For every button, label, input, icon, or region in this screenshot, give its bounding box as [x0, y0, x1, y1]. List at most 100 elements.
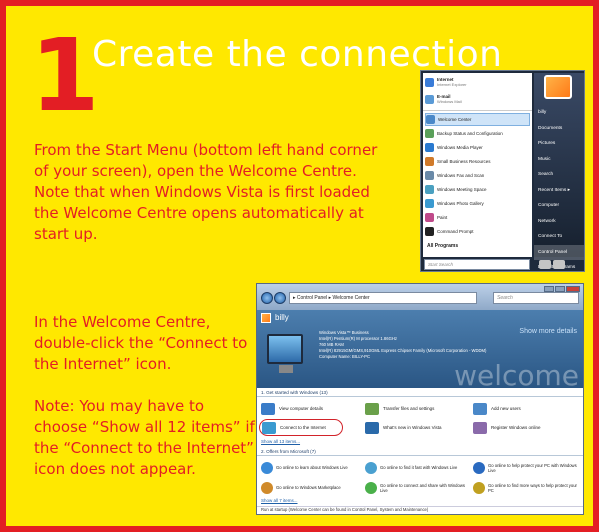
- start-menu-place-item[interactable]: Documents: [534, 121, 584, 137]
- start-menu-place-item[interactable]: Pictures: [534, 136, 584, 152]
- start-menu-item[interactable]: Backup Status and Configuration: [425, 127, 530, 140]
- command-prompt-icon: [425, 227, 434, 236]
- instruction-paragraph-1: From the Start Menu (bottom left hand co…: [34, 141, 378, 243]
- mail-icon: [425, 94, 434, 104]
- start-search-input[interactable]: Start Search: [424, 259, 530, 270]
- start-menu-place-item[interactable]: Computer: [534, 198, 584, 214]
- start-menu-screenshot: Internet Internet Explorer E-mail Windows M…: [420, 70, 585, 272]
- start-menu-place-item[interactable]: Music: [534, 152, 584, 168]
- register-icon: [473, 421, 487, 434]
- welcome-content: 1. Get started with Windows (13) View co…: [257, 388, 583, 514]
- startup-checkbox-label[interactable]: Run at startup (Welcome Center can be fo…: [257, 506, 583, 514]
- offer-item[interactable]: Go online to learn about Windows Live: [261, 459, 365, 476]
- start-menu-place-item[interactable]: Connect To: [534, 229, 584, 245]
- start-menu-pinned-item[interactable]: Internet Internet Explorer: [425, 74, 530, 90]
- start-menu-item-label: Command Prompt: [437, 229, 474, 234]
- instruction-note: Note: You may have to choose “Show all 1…: [34, 397, 255, 478]
- offer-item[interactable]: Go online to find more ways to help prot…: [473, 479, 577, 496]
- start-menu-place-item[interactable]: billy: [534, 105, 584, 121]
- start-menu-item-label: Windows Meeting Space: [437, 187, 487, 192]
- offer-item-label: Go online to find more ways to help prot…: [488, 482, 577, 493]
- start-menu-item[interactable]: Small Business Resources: [425, 155, 530, 168]
- all-programs-button[interactable]: All Programs: [427, 243, 458, 249]
- welcome-item-label: Transfer files and settings: [383, 406, 435, 411]
- offers-items: Go online to learn about Windows Live Go …: [257, 456, 583, 498]
- start-menu-item[interactable]: Windows Meeting Space: [425, 183, 530, 196]
- live-messenger-icon: [365, 481, 377, 494]
- start-menu-item[interactable]: Windows Photo Gallery: [425, 197, 530, 210]
- step-number: 1: [30, 17, 100, 134]
- paint-icon: [425, 213, 434, 222]
- whats-new-icon: [365, 421, 379, 434]
- pinned-item-text: Internet Internet Explorer: [437, 77, 467, 87]
- welcome-center-icon: [426, 115, 435, 124]
- business-icon: [425, 157, 434, 166]
- welcome-item-label: What's new in Windows Vista: [383, 425, 442, 430]
- welcome-item[interactable]: What's new in Windows Vista: [365, 419, 473, 436]
- start-menu-item[interactable]: Windows Media Player: [425, 141, 530, 154]
- start-menu-place-item[interactable]: Network: [534, 214, 584, 230]
- start-menu-place-item[interactable]: Search: [534, 167, 584, 183]
- backup-icon: [425, 129, 434, 138]
- start-menu-item-label: Small Business Resources: [437, 159, 491, 164]
- welcome-item[interactable]: Add new users: [473, 400, 577, 417]
- photo-gallery-icon: [425, 199, 434, 208]
- offer-item[interactable]: Go online to connect and share with Wind…: [365, 479, 473, 496]
- offer-item[interactable]: Go online to find it fast with Windows L…: [365, 459, 473, 476]
- meeting-icon: [425, 185, 434, 194]
- offer-item[interactable]: Go online to Windows Marketplace: [261, 479, 365, 496]
- instruction-paragraph-2: In the Welcome Centre, double-click the …: [34, 313, 248, 373]
- transfer-icon: [365, 402, 379, 415]
- power-icon[interactable]: [539, 260, 551, 269]
- welcome-item-label: Connect to the Internet: [280, 425, 326, 430]
- welcome-item[interactable]: Transfer files and settings: [365, 400, 473, 417]
- start-menu-place-item[interactable]: Recent Items ▸: [534, 183, 584, 199]
- protect-icon: [473, 481, 485, 494]
- banner-watermark: welcome: [454, 359, 579, 388]
- start-menu-item-label: Windows Media Player: [437, 145, 483, 150]
- window-titlebar: ▸ Control Panel ▸ Welcome Center Search: [257, 284, 583, 310]
- show-all-offers-link[interactable]: Show all 7 items...: [257, 498, 583, 506]
- fax-icon: [425, 171, 434, 180]
- start-menu-item-label: Backup Status and Configuration: [437, 131, 503, 136]
- start-menu-pinned-item[interactable]: E-mail Windows Mail: [425, 91, 530, 107]
- window-search-input[interactable]: Search: [493, 292, 579, 304]
- section-get-started-title: 1. Get started with Windows (13): [257, 388, 583, 397]
- start-menu-item-label: Paint: [437, 215, 448, 220]
- connect-to-internet-item[interactable]: Connect to the Internet: [259, 419, 343, 436]
- offer-item-label: Go online to learn about Windows Live: [276, 465, 348, 470]
- start-menu-item-label: Welcome Center: [438, 117, 472, 122]
- start-menu-programs-pane: Internet Internet Explorer E-mail Windows M…: [423, 73, 532, 257]
- welcome-center-window: ▸ Control Panel ▸ Welcome Center Search …: [256, 283, 584, 515]
- welcome-item-label: Add new users: [491, 406, 521, 411]
- welcome-item-label: Register Windows online: [491, 425, 541, 430]
- monitor-stand: [279, 365, 293, 373]
- computer-monitor-icon: [267, 334, 303, 364]
- users-icon: [473, 402, 487, 415]
- show-all-items-link[interactable]: Show all 13 items...: [257, 439, 583, 447]
- pinned-item-text: E-mail Windows Mail: [437, 94, 462, 104]
- welcome-item[interactable]: View computer details: [261, 400, 365, 417]
- connect-internet-icon: [262, 421, 276, 434]
- lock-icon[interactable]: [553, 260, 565, 269]
- start-menu-item-label: Windows Fax and Scan: [437, 173, 485, 178]
- start-menu-item[interactable]: Command Prompt: [425, 225, 530, 238]
- start-menu-place-item[interactable]: Control Panel: [534, 244, 584, 260]
- forward-arrow-icon[interactable]: [274, 292, 286, 304]
- start-menu-item[interactable]: Windows Fax and Scan: [425, 169, 530, 182]
- system-specs: Windows Vista™ Business Intel(R) Pentium(…: [319, 330, 549, 360]
- start-menu-item[interactable]: Paint: [425, 211, 530, 224]
- welcome-item[interactable]: Register Windows online: [473, 419, 577, 436]
- welcome-banner: billy Windows Vista™ Business Intel(R) Pe…: [257, 310, 583, 388]
- address-bar[interactable]: ▸ Control Panel ▸ Welcome Center: [289, 292, 477, 304]
- pinned-item-sublabel: Windows Mail: [437, 99, 462, 104]
- user-picture-icon: [261, 313, 271, 323]
- start-menu-item[interactable]: Welcome Center: [425, 113, 530, 126]
- ie-icon: [425, 77, 434, 87]
- offer-item[interactable]: Go online to help protect your PC with W…: [473, 459, 577, 476]
- live-search-icon: [365, 461, 377, 474]
- welcome-item-label: View computer details: [279, 406, 323, 411]
- show-more-details-link[interactable]: Show more details: [519, 328, 577, 335]
- back-arrow-icon[interactable]: [261, 292, 273, 304]
- windows-live-icon: [261, 461, 273, 474]
